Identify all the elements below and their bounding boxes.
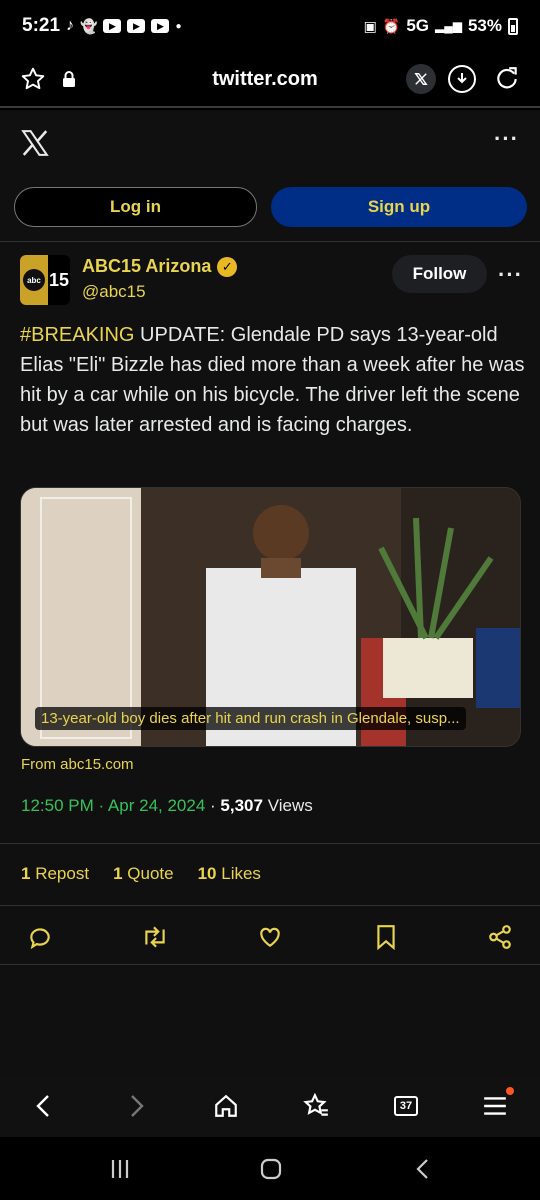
browser-toolbar: twitter.com [0, 52, 540, 108]
tweet-meta: 12:50 PM · Apr 24, 2024 · 5,307 Views [21, 796, 313, 816]
signup-button[interactable]: Sign up [271, 187, 527, 227]
card-source[interactable]: From abc15.com [21, 756, 134, 773]
network-label: 5G [406, 16, 429, 35]
reload-icon[interactable] [492, 64, 522, 94]
likes-label: Likes [221, 864, 261, 883]
divider [0, 241, 540, 242]
link-card[interactable]: 13-year-old boy dies after hit and run c… [20, 487, 521, 747]
bookmark-icon[interactable] [372, 923, 400, 951]
tabs-count: 37 [394, 1096, 418, 1116]
tweet-page: ··· Log in Sign up abc 15 ABC15 Arizona … [0, 110, 540, 1075]
like-icon[interactable] [256, 923, 284, 951]
status-time: 5:21 [22, 15, 61, 36]
star-icon[interactable] [18, 64, 48, 94]
alarm-icon: ⏰ [382, 17, 401, 34]
quotes-count: 1 [113, 864, 123, 883]
tweet-timestamp[interactable]: 12:50 PM · Apr 24, 2024 [21, 796, 205, 815]
tabs-icon[interactable]: 37 [391, 1091, 421, 1121]
views-count: 5,307 [220, 796, 263, 815]
avatar-text: 15 [48, 269, 70, 290]
tweet-actions [0, 915, 540, 955]
meta-separator: · [205, 796, 221, 815]
forward-icon[interactable] [121, 1091, 151, 1121]
engagement-stats: 1 Repost 1 Quote 10 Likes [21, 864, 261, 884]
home-button-icon[interactable] [256, 1157, 286, 1181]
youtube-icon: ▶ [103, 19, 122, 33]
reply-icon[interactable] [26, 923, 54, 951]
quotes-stat[interactable]: 1 Quote [113, 864, 174, 884]
hashtag-link[interactable]: #BREAKING [20, 324, 134, 346]
signal-icon: ▂▄▆ [435, 19, 462, 33]
lock-status-icon: ▣ [363, 17, 377, 34]
x-logo-icon[interactable] [20, 128, 50, 158]
tiktok-icon: ♪ [66, 17, 75, 34]
card-caption: 13-year-old boy dies after hit and run c… [35, 707, 466, 730]
divider [0, 964, 540, 965]
reposts-stat[interactable]: 1 Repost [21, 864, 89, 884]
system-back-icon[interactable] [408, 1157, 438, 1181]
browser-nav-bar: 37 [0, 1075, 540, 1137]
verified-badge-icon: ✓ [217, 256, 238, 277]
lock-icon[interactable] [54, 64, 84, 94]
reposts-count: 1 [21, 864, 31, 883]
tweet-text: #BREAKING UPDATE: Glendale PD says 13-ye… [20, 320, 525, 440]
download-icon[interactable] [448, 65, 476, 93]
youtube-icon: ▶ [127, 19, 146, 33]
avatar-badge: abc [23, 269, 45, 291]
login-button[interactable]: Log in [14, 187, 257, 227]
author-name-text: ABC15 Arizona [82, 256, 212, 276]
battery-label: 53% [467, 16, 502, 35]
notification-dot-icon: ● [175, 20, 182, 32]
url-bar[interactable]: twitter.com [124, 68, 406, 91]
tweet-more-icon[interactable]: ··· [498, 262, 523, 288]
share-icon[interactable] [486, 923, 514, 951]
likes-stat[interactable]: 10 Likes [198, 864, 261, 884]
quotes-label: Quote [127, 864, 174, 883]
author-name[interactable]: ABC15 Arizona ✓ [82, 256, 238, 277]
divider [0, 905, 540, 906]
menu-icon[interactable] [480, 1087, 514, 1121]
retweet-icon[interactable] [141, 923, 169, 951]
status-bar: 5:21 ♪ 👻 ▶ ▶ ▶ ● ▣ ⏰ 5G ▂▄▆ 53% [0, 0, 540, 52]
more-options-icon[interactable]: ··· [494, 126, 519, 152]
x-logo-icon[interactable] [406, 64, 436, 94]
menu-badge-icon [506, 1087, 514, 1095]
divider [0, 843, 540, 844]
home-icon[interactable] [211, 1091, 241, 1121]
reposts-label: Repost [35, 864, 90, 883]
snapchat-icon: 👻 [80, 17, 98, 34]
back-icon[interactable] [29, 1091, 59, 1121]
author-handle[interactable]: @abc15 [82, 282, 146, 302]
system-nav-bar [0, 1137, 540, 1200]
battery-icon [508, 17, 518, 35]
bookmarks-icon[interactable] [301, 1091, 331, 1121]
avatar[interactable]: abc 15 [20, 255, 70, 305]
x-header: ··· [0, 110, 540, 178]
recents-icon[interactable] [105, 1157, 135, 1181]
card-image: 13-year-old boy dies after hit and run c… [21, 488, 520, 746]
views-label: Views [267, 796, 313, 815]
likes-count: 10 [197, 864, 217, 883]
youtube-icon: ▶ [151, 19, 170, 33]
follow-button[interactable]: Follow [392, 255, 487, 293]
